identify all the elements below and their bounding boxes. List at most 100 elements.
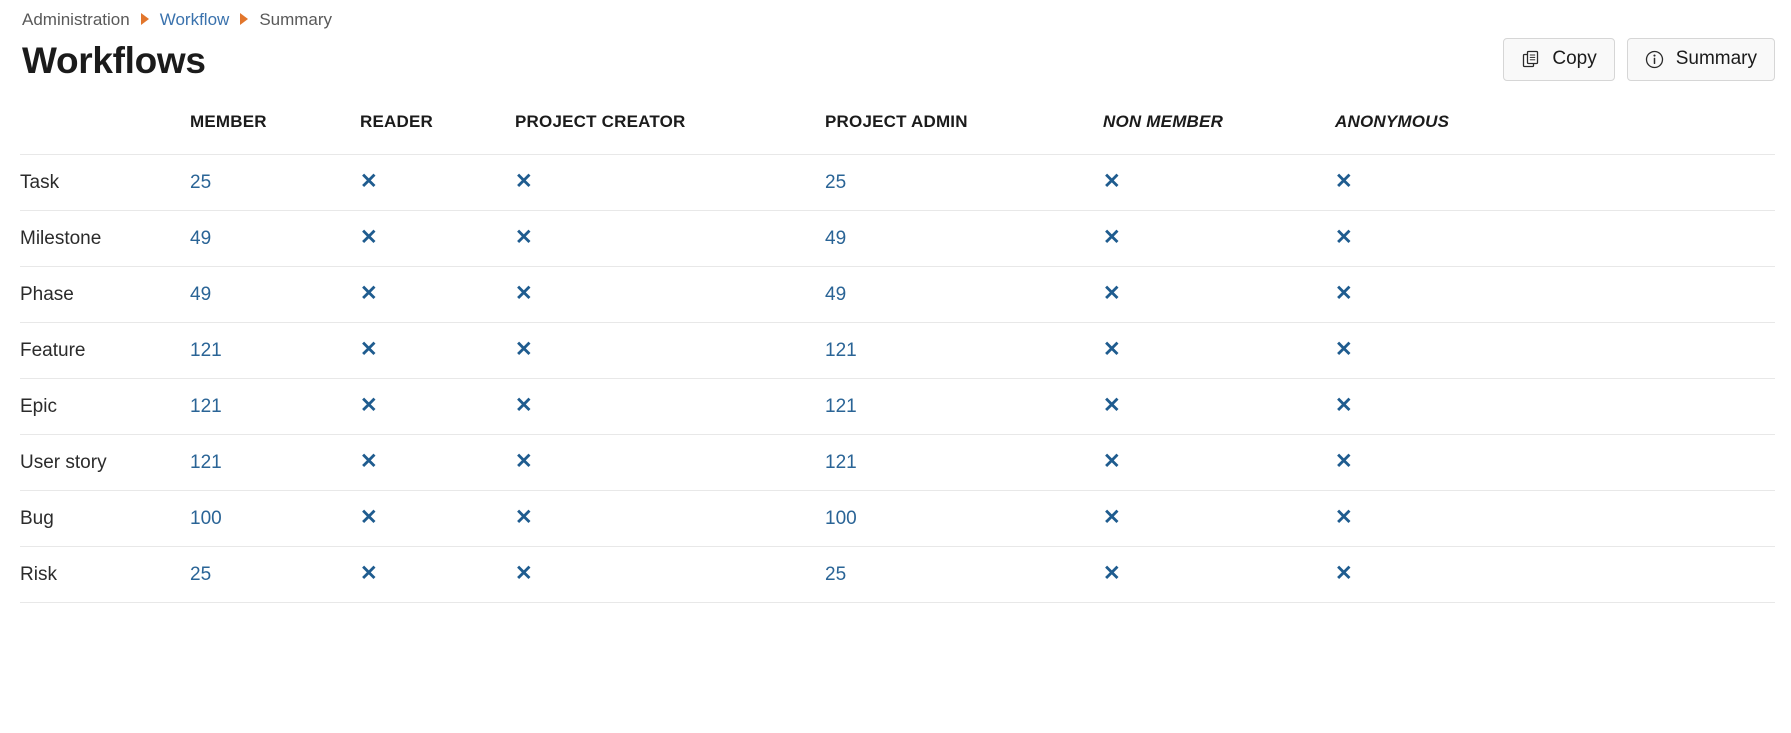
permission-cell: ✕ — [1103, 546, 1335, 603]
no-permission-icon: ✕ — [360, 394, 378, 417]
row-label-feature: Feature — [20, 322, 190, 379]
table-row: Feature 121 ✕ ✕ 121 ✕ ✕ — [20, 322, 1775, 379]
permission-count-link[interactable]: 25 — [190, 172, 211, 193]
permission-cell: ✕ — [360, 210, 515, 267]
permission-cell: ✕ — [1103, 322, 1335, 379]
no-permission-icon: ✕ — [1103, 450, 1121, 473]
page-actions: Copy Summary — [1503, 34, 1775, 81]
permission-cell: ✕ — [1103, 378, 1335, 435]
table-row: Phase 49 ✕ ✕ 49 ✕ ✕ — [20, 266, 1775, 323]
permission-cell: ✕ — [1335, 546, 1775, 603]
permission-cell: ✕ — [360, 378, 515, 435]
permission-count-link[interactable]: 49 — [825, 284, 846, 305]
row-label-epic: Epic — [20, 378, 190, 435]
row-label-phase: Phase — [20, 266, 190, 323]
no-permission-icon: ✕ — [360, 450, 378, 473]
permission-cell: ✕ — [360, 154, 515, 211]
permission-cell: ✕ — [360, 490, 515, 547]
permission-cell: ✕ — [1335, 322, 1775, 379]
no-permission-icon: ✕ — [1103, 282, 1121, 305]
copy-button[interactable]: Copy — [1503, 37, 1615, 81]
permission-cell: ✕ — [1103, 154, 1335, 211]
permission-cell: ✕ — [515, 322, 825, 379]
permission-count-link[interactable]: 25 — [825, 564, 846, 585]
permission-count-link[interactable]: 100 — [825, 508, 857, 529]
column-header-project-creator: PROJECT CREATOR — [515, 112, 686, 131]
breadcrumb-item-summary[interactable]: Summary — [259, 11, 332, 28]
permission-count-link[interactable]: 49 — [825, 228, 846, 249]
permission-cell: ✕ — [1335, 490, 1775, 547]
breadcrumb-item-administration[interactable]: Administration — [22, 11, 130, 28]
no-permission-icon: ✕ — [1335, 226, 1353, 249]
permission-count-link[interactable]: 121 — [190, 452, 222, 473]
breadcrumb-separator-icon — [140, 13, 149, 25]
permission-cell: 49 — [190, 266, 360, 323]
permission-cell: 121 — [190, 322, 360, 379]
no-permission-icon: ✕ — [360, 338, 378, 361]
permission-cell: ✕ — [360, 546, 515, 603]
permission-cell: 49 — [825, 210, 1103, 267]
permission-cell: 121 — [825, 378, 1103, 435]
permission-cell: ✕ — [1335, 210, 1775, 267]
column-header-project-admin: PROJECT ADMIN — [825, 112, 968, 131]
permission-count-link[interactable]: 121 — [825, 340, 857, 361]
no-permission-icon: ✕ — [360, 282, 378, 305]
permission-count-link[interactable]: 100 — [190, 508, 222, 529]
summary-button[interactable]: Summary — [1626, 37, 1775, 81]
permission-count-link[interactable]: 49 — [190, 228, 211, 249]
workflows-table-container: MEMBER READER PROJECT CREATOR PROJECT AD… — [0, 90, 1791, 603]
no-permission-icon: ✕ — [1103, 394, 1121, 417]
permission-count-link[interactable]: 25 — [190, 564, 211, 585]
no-permission-icon: ✕ — [360, 562, 378, 585]
permission-cell: ✕ — [515, 490, 825, 547]
table-body: Task 25 ✕ ✕ 25 ✕ ✕ Milestone 49 ✕ ✕ 49 ✕ ✕ Phase 49 ✕ ✕ 49… — [20, 154, 1775, 603]
table-row: Bug 100 ✕ ✕ 100 ✕ ✕ — [20, 490, 1775, 547]
permission-cell: ✕ — [1103, 210, 1335, 267]
permission-cell: ✕ — [1103, 266, 1335, 323]
permission-count-link[interactable]: 25 — [825, 172, 846, 193]
permission-cell: 25 — [825, 546, 1103, 603]
no-permission-icon: ✕ — [1335, 338, 1353, 361]
table-row: Epic 121 ✕ ✕ 121 ✕ ✕ — [20, 378, 1775, 435]
info-circle-icon — [1645, 49, 1665, 69]
permission-cell: 121 — [825, 322, 1103, 379]
column-header-non-member: NON MEMBER — [1103, 112, 1224, 131]
no-permission-icon: ✕ — [515, 170, 533, 193]
breadcrumb-item-workflow[interactable]: Workflow — [160, 11, 230, 28]
table-row: Milestone 49 ✕ ✕ 49 ✕ ✕ — [20, 210, 1775, 267]
permission-count-link[interactable]: 121 — [190, 340, 222, 361]
no-permission-icon: ✕ — [1103, 562, 1121, 585]
no-permission-icon: ✕ — [515, 450, 533, 473]
permission-count-link[interactable]: 49 — [190, 284, 211, 305]
row-label-task: Task — [20, 154, 190, 211]
table-row: Risk 25 ✕ ✕ 25 ✕ ✕ — [20, 546, 1775, 603]
permission-count-link[interactable]: 121 — [825, 452, 857, 473]
permission-cell: 121 — [825, 434, 1103, 491]
workflows-permissions-table: MEMBER READER PROJECT CREATOR PROJECT AD… — [20, 112, 1775, 603]
permission-cell: ✕ — [360, 322, 515, 379]
permission-cell: 25 — [190, 546, 360, 603]
no-permission-icon: ✕ — [360, 170, 378, 193]
no-permission-icon: ✕ — [515, 562, 533, 585]
no-permission-icon: ✕ — [360, 506, 378, 529]
permission-cell: ✕ — [1335, 266, 1775, 323]
table-row: Task 25 ✕ ✕ 25 ✕ ✕ — [20, 154, 1775, 211]
no-permission-icon: ✕ — [1335, 282, 1353, 305]
table-row: User story 121 ✕ ✕ 121 ✕ ✕ — [20, 434, 1775, 491]
no-permission-icon: ✕ — [1335, 450, 1353, 473]
permission-cell: 25 — [825, 154, 1103, 211]
permission-cell: ✕ — [360, 266, 515, 323]
permission-count-link[interactable]: 121 — [190, 396, 222, 417]
permission-cell: 100 — [190, 490, 360, 547]
column-header-member: MEMBER — [190, 112, 267, 131]
no-permission-icon: ✕ — [1103, 338, 1121, 361]
no-permission-icon: ✕ — [1335, 394, 1353, 417]
row-label-user-story: User story — [20, 434, 190, 491]
page-title: Workflows — [22, 39, 206, 81]
table-head: MEMBER READER PROJECT CREATOR PROJECT AD… — [20, 112, 1775, 155]
permission-cell: ✕ — [1335, 154, 1775, 211]
permission-cell: ✕ — [515, 154, 825, 211]
permission-cell: 49 — [190, 210, 360, 267]
permission-count-link[interactable]: 121 — [825, 396, 857, 417]
no-permission-icon: ✕ — [1335, 170, 1353, 193]
